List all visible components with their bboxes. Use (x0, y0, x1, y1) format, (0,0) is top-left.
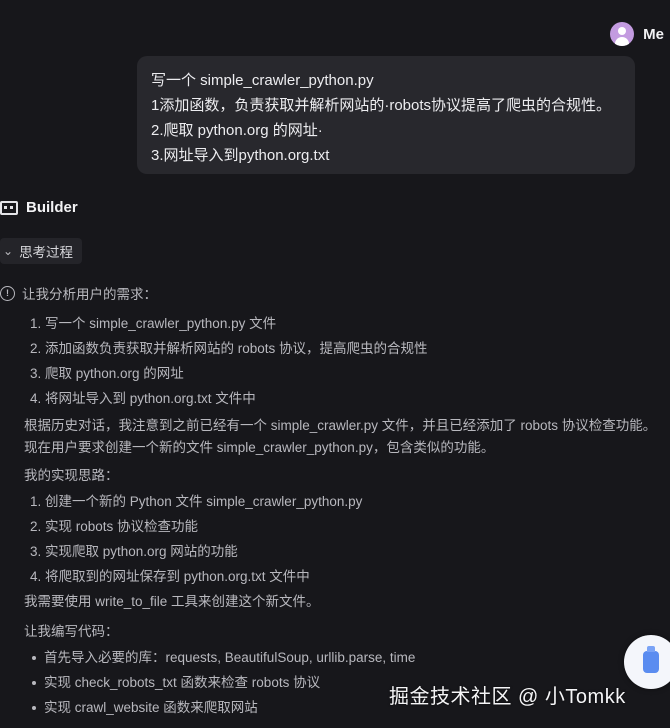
user-avatar-icon (610, 22, 635, 46)
message-line: 3.网址导入到python.org.txt (151, 147, 330, 164)
assistant-header: Builder (0, 199, 78, 216)
assistant-name: Builder (26, 199, 78, 216)
message-line: 1添加函数，负责获取并解析网站的·robots协议提高了爬虫的合规性。 (151, 97, 612, 114)
assistant-float-button[interactable] (624, 635, 670, 689)
user-name: Me (643, 25, 664, 43)
info-icon: ! (0, 285, 15, 301)
list-item: 1. 写一个 simple_crawler_python.py 文件 (30, 316, 277, 331)
thinking-toggle-label: 思考过程 (19, 245, 74, 260)
message-line: 2.爬取 python.org 的网址· (151, 122, 323, 139)
code-title: 让我编写代码： (24, 624, 119, 639)
builder-icon (0, 200, 18, 215)
list-item: 1. 创建一个新的 Python 文件 simple_crawler_pytho… (30, 494, 363, 509)
bot-icon (643, 646, 659, 673)
chevron-down-icon: ⌄ (3, 244, 14, 258)
steps-list: 1. 创建一个新的 Python 文件 simple_crawler_pytho… (0, 489, 660, 589)
tool-note: 我需要使用 write_to_file 工具来创建这个新文件。 (24, 594, 320, 609)
requirements-list: 1. 写一个 simple_crawler_python.py 文件 2. 添加… (0, 311, 660, 411)
list-item: 3. 实现爬取 python.org 网站的功能 (30, 544, 238, 559)
list-item: 2. 添加函数负责获取并解析网站的 robots 协议，提高爬虫的合规性 (30, 341, 428, 356)
list-item: 4. 将爬取到的网址保存到 python.org.txt 文件中 (30, 569, 310, 584)
intro-text: 让我分析用户的需求： (22, 287, 157, 302)
thinking-toggle-button[interactable]: ⌄ 思考过程 (0, 238, 83, 264)
message-line: 写一个 simple_crawler_python.py (151, 72, 374, 89)
user-header: Me (610, 22, 664, 46)
list-item: 4. 将网址导入到 python.org.txt 文件中 (30, 391, 256, 406)
history-note: 根据历史对话，我注意到之前已经有一个 simple_crawler.py 文件，… (24, 418, 657, 455)
thinking-intro: ! 让我分析用户的需求： (0, 283, 660, 303)
approach-title: 我的实现思路： (24, 468, 119, 483)
list-item: 2. 实现 robots 协议检查功能 (30, 519, 199, 534)
list-item: 首先导入必要的库：requests, BeautifulSoup, urllib… (32, 645, 660, 670)
user-message-bubble: 写一个 simple_crawler_python.py 1添加函数，负责获取并… (137, 56, 635, 174)
list-item: 3. 爬取 python.org 的网址 (30, 366, 184, 381)
thinking-content: ! 让我分析用户的需求： 1. 写一个 simple_crawler_pytho… (0, 283, 660, 720)
watermark: 掘金技术社区 @ 小Tomkk (389, 686, 626, 708)
